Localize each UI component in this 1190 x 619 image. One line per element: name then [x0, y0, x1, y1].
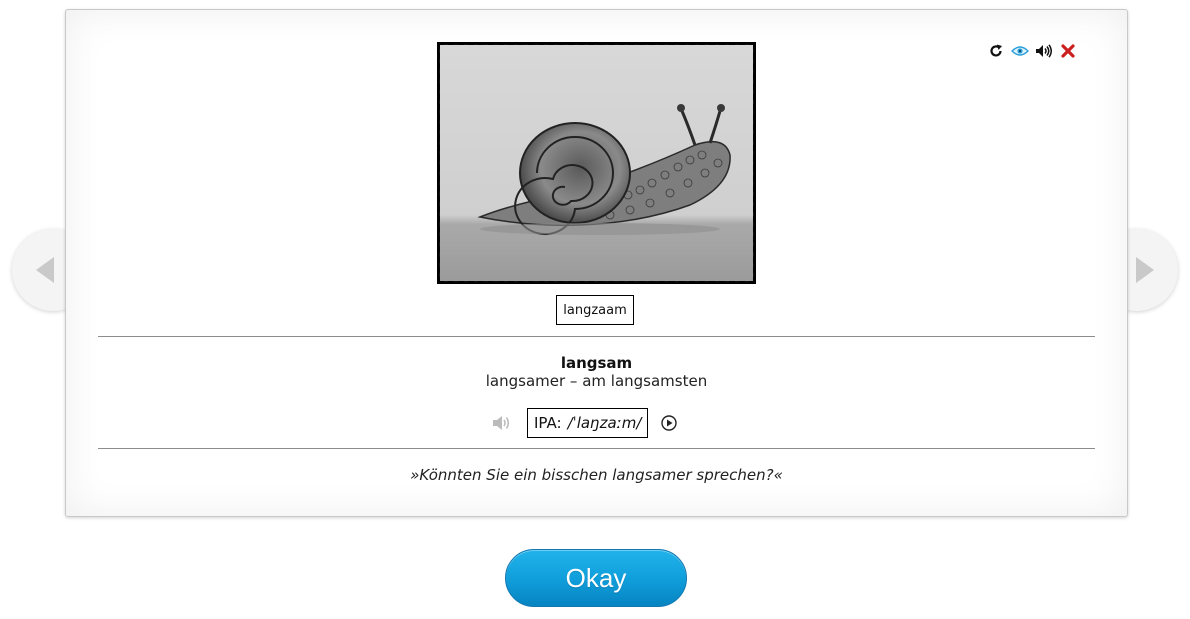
- example-sentence: »Könnten Sie ein bisschen langsamer spre…: [410, 466, 783, 484]
- pronunciation-speaker-icon[interactable]: [491, 414, 513, 432]
- snail-illustration: [440, 45, 753, 281]
- ipa-transcription: /ˈlaŋzaːm/: [567, 414, 642, 432]
- play-icon[interactable]: [660, 414, 678, 432]
- flashcard-screen: langzaam langsam langsamer – am langsams…: [0, 0, 1190, 619]
- speaker-icon: [1036, 44, 1052, 58]
- pronunciation-row: IPA: /ˈlaŋzaːm/: [491, 407, 678, 439]
- chevron-left-icon: [36, 257, 54, 283]
- flashcard: langzaam langsam langsamer – am langsams…: [65, 9, 1128, 517]
- ipa-label: IPA:: [534, 414, 562, 432]
- refresh-icon: [990, 44, 1002, 57]
- answer-box[interactable]: langzaam: [556, 295, 634, 325]
- close-icon: [1061, 44, 1075, 58]
- eye-icon: [1011, 46, 1029, 56]
- chevron-right-icon: [1136, 257, 1154, 283]
- close-button[interactable]: [1059, 42, 1077, 60]
- okay-button[interactable]: Okay: [505, 549, 687, 607]
- ipa-box: IPA: /ˈlaŋzaːm/: [527, 408, 649, 438]
- show-answer-button[interactable]: [1011, 42, 1029, 60]
- comparative-forms: langsamer – am langsamsten: [485, 372, 708, 390]
- vocabulary-image: [437, 42, 756, 284]
- card-toolbar: [987, 42, 1077, 60]
- divider: [98, 448, 1095, 449]
- headword: langsam: [560, 354, 633, 372]
- refresh-button[interactable]: [987, 42, 1005, 60]
- audio-button[interactable]: [1035, 42, 1053, 60]
- divider: [98, 336, 1095, 337]
